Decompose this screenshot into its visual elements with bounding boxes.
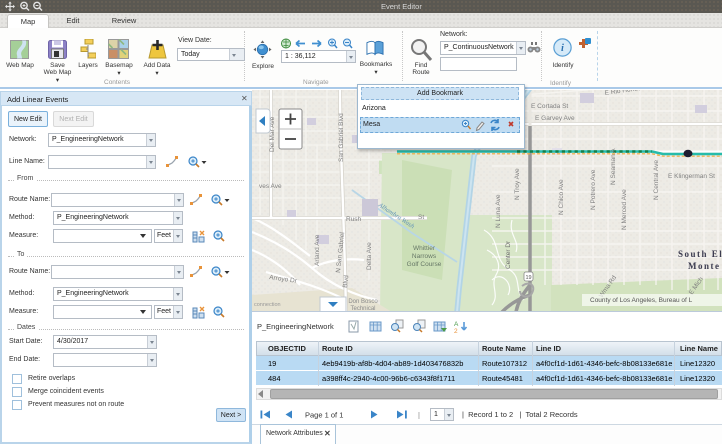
- svg-text:Narrows: Narrows: [412, 253, 437, 260]
- svg-text:N Merced Ave: N Merced Ave: [621, 189, 628, 230]
- svg-text:Delta Ave: Delta Ave: [366, 242, 373, 270]
- svg-text:Center Dr: Center Dr: [505, 240, 512, 269]
- svg-text:2: 2: [454, 328, 458, 334]
- svg-text:Blvd: Blvd: [342, 275, 350, 289]
- svg-text:i: i: [561, 43, 564, 54]
- svg-text:N Chico Ave: N Chico Ave: [558, 179, 565, 215]
- svg-text:County of Los Angeles, Bureau: County of Los Angeles, Bureau of L: [590, 297, 693, 304]
- svg-text:Page 1 of 1: Page 1 of 1: [305, 411, 343, 420]
- svg-text:N Troy Ave: N Troy Ave: [514, 168, 521, 200]
- svg-text:Rush: Rush: [346, 216, 362, 223]
- svg-text:E Garvey Ave: E Garvey Ave: [535, 115, 575, 122]
- svg-text:Don Bosco: Don Bosco: [348, 299, 378, 305]
- svg-text:19: 19: [525, 275, 531, 281]
- svg-text:N Seaman A: N Seaman A: [610, 148, 617, 185]
- svg-text:|: |: [418, 411, 420, 420]
- svg-text:E Klingerman St: E Klingerman St: [668, 173, 715, 180]
- svg-text:Monte: Monte: [688, 261, 721, 271]
- svg-text:connection: connection: [254, 302, 281, 308]
- svg-text:Arland Ave: Arland Ave: [314, 234, 321, 266]
- svg-text:Golf Course: Golf Course: [407, 261, 442, 268]
- svg-text:St: St: [418, 214, 424, 221]
- svg-text:ves Ave: ves Ave: [259, 183, 282, 190]
- svg-text:N Luna Ave: N Luna Ave: [495, 194, 502, 228]
- svg-text:A: A: [454, 321, 459, 328]
- svg-text:Whittier: Whittier: [413, 245, 436, 252]
- svg-text:N Central Ave: N Central Ave: [653, 160, 660, 200]
- svg-text:San Gabriel Blvd: San Gabriel Blvd: [338, 113, 345, 162]
- svg-text:South El: South El: [678, 249, 722, 259]
- svg-text:E Cortada St: E Cortada St: [531, 103, 568, 110]
- svg-text:N Potrero Ave: N Potrero Ave: [590, 169, 597, 210]
